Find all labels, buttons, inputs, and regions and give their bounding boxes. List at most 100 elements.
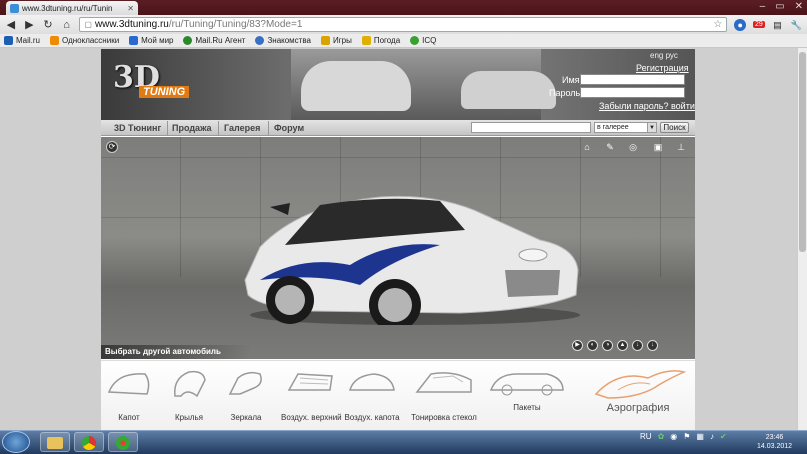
taskbar-chrome[interactable]: [74, 432, 104, 452]
bookmark-icon: [255, 36, 265, 45]
part-mirrors[interactable]: Зеркала: [220, 362, 272, 422]
site-logo[interactable]: 3D TUNING: [113, 60, 190, 105]
bookmark-icon: [183, 36, 193, 45]
taskbar-icq[interactable]: [108, 432, 138, 452]
scrollbar-thumb[interactable]: [799, 52, 806, 252]
flag-icon[interactable]: ⚑: [683, 432, 690, 441]
browser-tabstrip: www.3dtuning.ru/ru/Tunin ✕ – ▭ ✕: [0, 0, 807, 15]
bookmark-icon: [4, 36, 13, 45]
wheel-icon[interactable]: ◎: [626, 142, 640, 153]
bookmark-item[interactable]: Игры: [320, 36, 352, 45]
name-label: Имя: [562, 75, 580, 85]
page-scrollbar[interactable]: [797, 48, 807, 430]
login-link[interactable]: войти: [671, 101, 695, 111]
taskbar-explorer[interactable]: [40, 432, 70, 452]
part-fenders[interactable]: Крылья: [163, 362, 215, 422]
search-button[interactable]: Поиск: [660, 122, 689, 133]
page-menu-icon[interactable]: ▤: [772, 19, 784, 31]
bookmark-icon: [320, 36, 330, 45]
language-switch[interactable]: eng рус: [650, 51, 678, 60]
part-airbrush[interactable]: Аэрография: [583, 362, 693, 422]
password-input[interactable]: [580, 87, 685, 98]
volume-icon[interactable]: ♪: [710, 432, 714, 441]
bookmark-item[interactable]: Знакомства: [255, 36, 311, 45]
header-car-image: [301, 61, 411, 111]
logo-tuning: TUNING: [139, 86, 190, 98]
rotate-view-icon[interactable]: ⟳: [106, 141, 118, 153]
browser-tab[interactable]: www.3dtuning.ru/ru/Tunin ✕: [6, 1, 138, 15]
tuning-viewer[interactable]: [101, 137, 695, 359]
download-icon[interactable]: ↓: [647, 340, 658, 351]
home-icon[interactable]: ⌂: [61, 19, 73, 31]
menu-divider: [218, 121, 219, 135]
password-label: Пароль: [549, 88, 581, 98]
address-bar[interactable]: ▢ www.3dtuning.ru/ru/Tuning/Tuning/83?Mo…: [79, 17, 728, 32]
bookmark-item[interactable]: Mail.ru: [4, 36, 40, 45]
forward-icon[interactable]: ▶: [24, 18, 36, 31]
view-control-icon[interactable]: ◐: [587, 340, 598, 351]
tab-title: www.3dtuning.ru/ru/Tunin: [22, 3, 113, 13]
search-input[interactable]: [471, 122, 591, 133]
minimize-icon[interactable]: –: [760, 1, 766, 12]
menu-item-3d-tuning[interactable]: 3D Тюнинг: [114, 123, 161, 133]
clock-date: 14.03.2012: [757, 443, 793, 450]
bookmark-item[interactable]: Mail.Ru Агент: [183, 36, 245, 45]
extension-icon[interactable]: ●: [734, 18, 746, 31]
bookmark-star-icon[interactable]: ☆: [713, 19, 722, 30]
icq-tray-icon[interactable]: ✿: [658, 432, 665, 441]
tray-app-icon[interactable]: ◉: [670, 432, 677, 441]
start-button[interactable]: [2, 431, 30, 453]
part-roof-scoop[interactable]: Воздух. верхний: [281, 362, 342, 422]
body-kit-icon: [489, 373, 564, 396]
view-control-icon[interactable]: ▲: [617, 340, 628, 351]
reload-icon[interactable]: ↻: [42, 18, 54, 31]
maximize-icon[interactable]: ▭: [775, 1, 784, 12]
folder-icon: [47, 437, 63, 449]
tray-app-icon[interactable]: ✔: [720, 432, 727, 441]
chrome-icon: [82, 436, 96, 450]
menu-item-forum[interactable]: Форум: [274, 123, 304, 133]
fender-icon: [174, 370, 206, 398]
bookmark-item[interactable]: Одноклассники: [50, 36, 119, 45]
tab-close-icon[interactable]: ✕: [127, 4, 134, 13]
pick-other-car-link[interactable]: Выбрать другой автомобиль: [101, 345, 251, 359]
play-icon[interactable]: ▶: [572, 340, 583, 351]
menu-item-gallery[interactable]: Галерея: [224, 123, 260, 133]
roof-scoop-icon: [287, 373, 333, 391]
bookmark-item[interactable]: Мой мир: [129, 36, 173, 45]
close-window-icon[interactable]: ✕: [795, 1, 803, 12]
input-language[interactable]: RU: [640, 432, 652, 441]
search-scope-select[interactable]: в галерее ▼: [594, 122, 657, 133]
airbrush-flame-icon: [594, 370, 687, 399]
part-window-tint[interactable]: Тонировка стекол: [408, 362, 480, 422]
register-link[interactable]: Регистрация: [636, 63, 689, 73]
bookmarks-bar: Mail.ru Одноклассники Мой мир Mail.Ru Аг…: [0, 34, 807, 48]
back-icon[interactable]: ◀: [5, 18, 17, 31]
bookmark-icon: [361, 36, 371, 45]
login-links: Забыли пароль? войти: [599, 101, 695, 111]
camera-icon[interactable]: ▣: [651, 142, 665, 153]
bookmark-item[interactable]: ICQ: [410, 36, 436, 45]
name-input[interactable]: [580, 74, 685, 85]
menu-item-sale[interactable]: Продажа: [172, 123, 212, 133]
paint-icon[interactable]: ✎: [603, 142, 617, 153]
bookmark-item[interactable]: Погода: [361, 36, 400, 45]
window-tint-icon: [415, 372, 472, 393]
network-icon[interactable]: ▦: [696, 432, 704, 441]
download-icon[interactable]: ↓: [632, 340, 643, 351]
part-body-kits[interactable]: Пакеты: [485, 362, 569, 422]
wrench-icon[interactable]: 🔧: [790, 19, 802, 31]
clock[interactable]: 23:46 14.03.2012: [757, 433, 792, 451]
part-hood-scoop[interactable]: Воздух. капота: [343, 362, 401, 422]
browser-toolbar: ◀ ▶ ↻ ⌂ ▢ www.3dtuning.ru/ru/Tuning/Tuni…: [0, 15, 807, 34]
mail-badge[interactable]: 29: [752, 21, 765, 28]
clock-time: 23:46: [765, 434, 784, 441]
url-host: www.3dtuning.ru: [94, 19, 169, 30]
forgot-password-link[interactable]: Забыли пароль?: [599, 101, 668, 111]
garage-icon[interactable]: ⌂: [580, 142, 594, 153]
site-favicon: [10, 3, 19, 13]
view-control-icon[interactable]: ◑: [602, 340, 613, 351]
part-hood[interactable]: Капот: [103, 362, 155, 422]
search-scope-value: в галерее: [597, 124, 629, 131]
lift-icon[interactable]: ⊥: [674, 142, 688, 153]
